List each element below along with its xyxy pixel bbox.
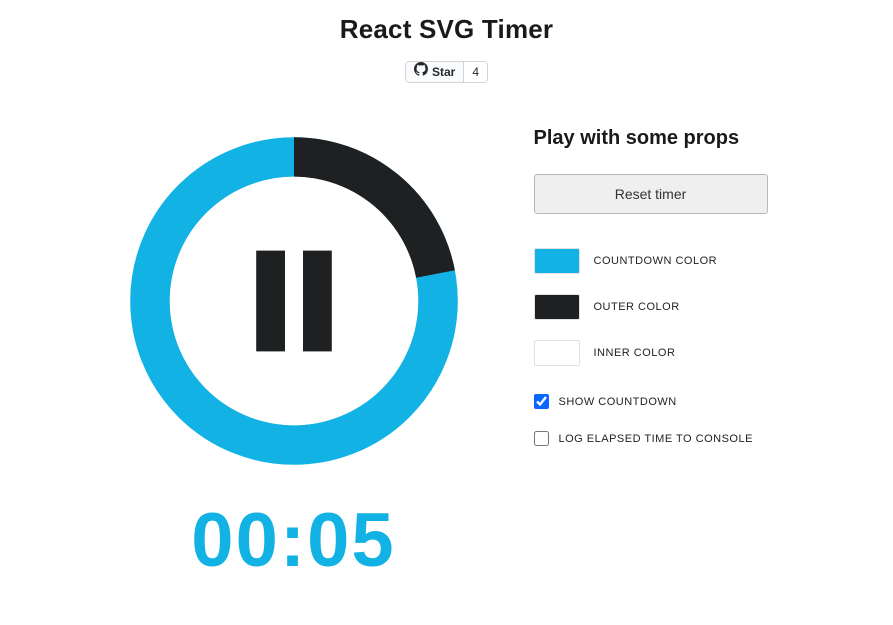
- timer-ring[interactable]: [114, 121, 474, 481]
- github-icon: [414, 62, 428, 82]
- inner-color-label: INNER COLOR: [594, 347, 676, 359]
- page-title: React SVG Timer: [0, 14, 893, 45]
- countdown-text: 00:05: [191, 497, 395, 584]
- outer-color-swatch[interactable]: [534, 294, 580, 320]
- github-star-button[interactable]: Star 4: [405, 61, 488, 83]
- github-star-label: Star: [432, 62, 455, 82]
- show-countdown-checkbox[interactable]: [534, 394, 549, 409]
- log-elapsed-checkbox[interactable]: [534, 431, 549, 446]
- log-elapsed-label: LOG ELAPSED TIME TO CONSOLE: [559, 433, 753, 445]
- countdown-color-label: COUNTDOWN COLOR: [594, 255, 718, 267]
- inner-color-swatch[interactable]: [534, 340, 580, 366]
- outer-color-label: OUTER COLOR: [594, 301, 680, 313]
- props-heading: Play with some props: [534, 127, 780, 150]
- props-panel: Play with some props Reset timer COUNTDO…: [534, 121, 780, 584]
- github-star-count: 4: [464, 62, 487, 82]
- show-countdown-label: SHOW COUNTDOWN: [559, 396, 677, 408]
- reset-timer-button[interactable]: Reset timer: [534, 174, 768, 214]
- countdown-color-swatch[interactable]: [534, 248, 580, 274]
